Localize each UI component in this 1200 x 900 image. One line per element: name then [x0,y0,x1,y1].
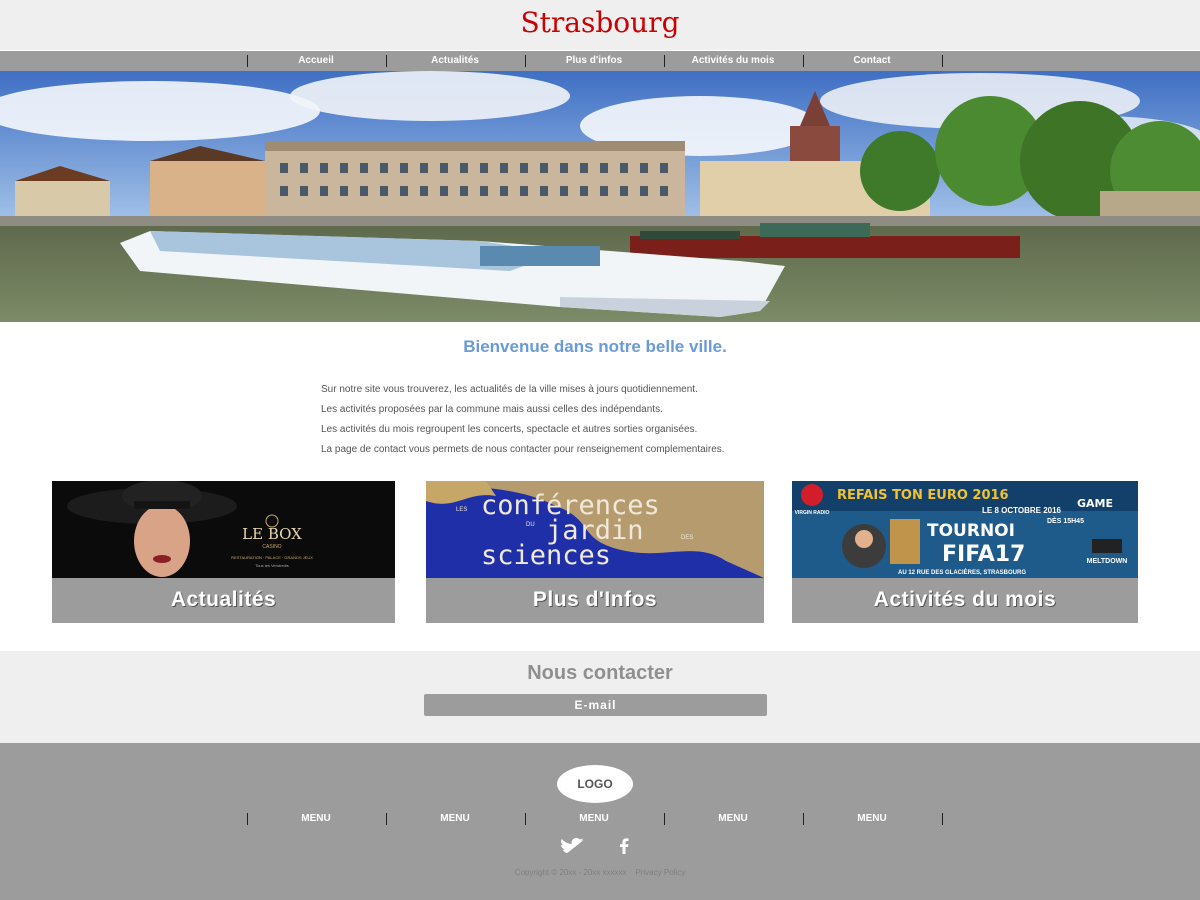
svg-text:GAME: GAME [1077,497,1113,510]
site-title: Strasbourg [520,6,680,39]
footer: LOGO MENU MENU MENU MENU MENU Copyright … [0,743,1200,900]
footer-menu-item[interactable]: MENU [803,813,941,824]
footer-menu-item[interactable]: MENU [386,813,524,824]
footer-menu-item[interactable]: MENU [664,813,802,824]
svg-text:LE BOX: LE BOX [242,525,302,543]
nav-item-contact[interactable]: Contact [803,55,941,66]
svg-text:LES: LES [456,507,467,513]
intro-text: Sur notre site vous trouverez, les actua… [321,384,961,464]
svg-text:AU 12 RUE DES GLACIÈRES, STRAS: AU 12 RUE DES GLACIÈRES, STRASBOURG [898,568,1026,576]
nav-item-plus-infos[interactable]: Plus d'infos [525,55,663,66]
footer-menu-item[interactable]: MENU [525,813,663,824]
nav-item-accueil[interactable]: Accueil [247,55,385,66]
footer-menu-item[interactable]: MENU [247,813,385,824]
intro-paragraph: Sur notre site vous trouverez, les actua… [321,384,698,395]
svg-text:RESTAURATION · PALACE · GRANDS: RESTAURATION · PALACE · GRANDS JEUX [231,555,313,560]
privacy-policy-link[interactable]: Privacy Policy [635,868,685,877]
intro-paragraph: Les activités du mois regroupent les con… [321,424,698,435]
card-label: Actualités [52,578,395,623]
card-image-casino: LE BOX CASINO RESTAURATION · PALACE · GR… [52,481,395,578]
intro-paragraph: Les activités proposées par la commune m… [321,404,663,415]
svg-text:TOURNOI: TOURNOI [927,521,1015,541]
contact-section: Nous contacter E-mail [0,651,1200,743]
twitter-icon[interactable] [561,838,585,859]
nav-item-actualites[interactable]: Actualités [386,55,524,66]
main-nav: Accueil Actualités Plus d'infos Activité… [0,51,1200,71]
footer-divider [942,813,943,825]
svg-text:FIFA17: FIFA17 [942,542,1025,567]
copyright-text: Copyright © 20xx - 20xx xxxxxx [514,868,627,877]
welcome-title: Bienvenue dans notre belle ville. [463,337,727,356]
facebook-icon[interactable] [618,838,630,859]
footer-logo[interactable]: LOGO [557,765,633,803]
header-bar: Strasbourg [0,0,1200,50]
svg-text:sciences: sciences [481,540,611,571]
card-activites[interactable]: VIRGIN RADIO REFAIS TON EURO 2016 GAME L… [792,481,1138,623]
copyright: Copyright © 20xx - 20xx xxxxxx Privacy P… [0,868,1200,877]
email-button[interactable]: E-mail [424,694,767,716]
intro-paragraph: La page de contact vous permets de nous … [321,444,725,455]
svg-text:DU: DU [526,522,535,528]
svg-text:MELTDOWN: MELTDOWN [1087,558,1128,565]
svg-text:REFAIS TON EURO 2016: REFAIS TON EURO 2016 [837,488,1009,503]
contact-title: Nous contacter [527,662,673,684]
svg-text:LE 8 OCTOBRE 2016: LE 8 OCTOBRE 2016 [982,506,1062,515]
card-image-tournoi: VIRGIN RADIO REFAIS TON EURO 2016 GAME L… [792,481,1138,578]
nav-divider [942,55,943,67]
nav-item-activites[interactable]: Activités du mois [664,55,802,66]
svg-text:DES: DES [681,535,693,541]
svg-text:Tous les Vendredis: Tous les Vendredis [255,563,289,568]
card-label: Activités du mois [792,578,1138,623]
svg-text:CASINO: CASINO [262,544,281,550]
card-label: Plus d'Infos [426,578,764,623]
svg-text:DÈS 15H45: DÈS 15H45 [1047,516,1084,525]
svg-text:VIRGIN RADIO: VIRGIN RADIO [795,510,830,516]
card-image-conferences: LES conférences DU jardin DES sciences [426,481,764,578]
card-actualites[interactable]: LE BOX CASINO RESTAURATION · PALACE · GR… [52,481,395,623]
card-plus-infos[interactable]: LES conférences DU jardin DES sciences P… [426,481,764,623]
hero-image [0,71,1200,322]
